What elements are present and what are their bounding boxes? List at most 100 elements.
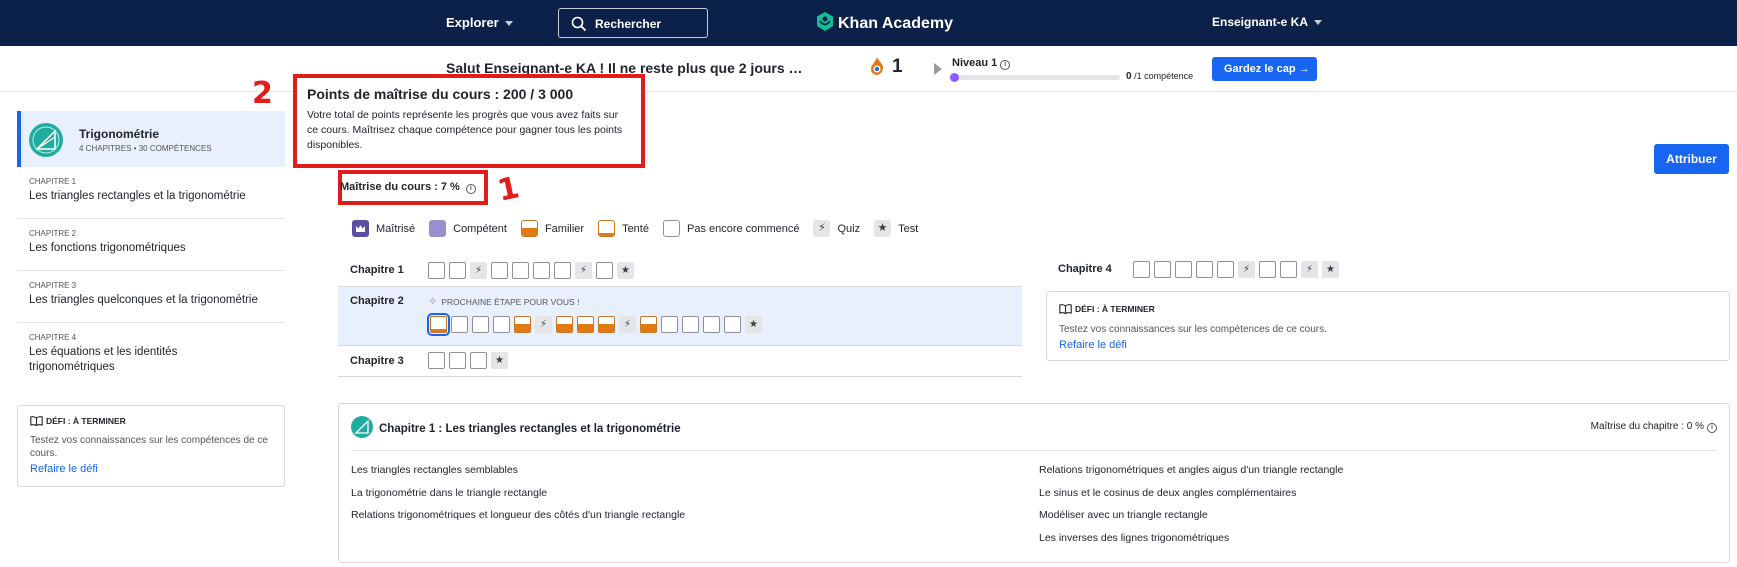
not-started-box[interactable]	[491, 262, 508, 279]
keep-going-button[interactable]: Gardez le cap →	[1212, 57, 1317, 81]
khan-academy-logo[interactable]: Khan Academy	[816, 12, 953, 33]
quiz-box[interactable]: ⚡	[575, 262, 592, 279]
info-icon[interactable]: i	[1000, 60, 1011, 70]
not-started-box[interactable]	[724, 316, 741, 333]
competence-done: 0	[1126, 71, 1132, 82]
not-started-box[interactable]	[428, 262, 445, 279]
quiz-box[interactable]: ⚡	[1301, 261, 1318, 278]
legend-mastered: Maîtrisé	[352, 220, 415, 237]
not-started-box[interactable]	[1154, 261, 1171, 278]
not-started-box[interactable]	[451, 316, 468, 333]
not-started-box[interactable]	[1175, 261, 1192, 278]
info-icon[interactable]: i	[465, 184, 476, 194]
skill-link[interactable]: Relations trigonométriques et angles aig…	[1039, 464, 1343, 476]
logo-text: Khan Academy	[838, 15, 953, 32]
annotation-two: 2	[252, 76, 273, 111]
skill-link[interactable]: Les inverses des lignes trigonométriques	[1039, 532, 1229, 544]
unit-test-box[interactable]: ★	[491, 352, 508, 369]
unit-test-box[interactable]: ★	[1322, 261, 1339, 278]
challenge-heading-text: DÉFI : À TERMINER	[46, 416, 126, 426]
not-started-box[interactable]	[554, 262, 571, 279]
chapter-row-3: Chapitre 3 ★	[338, 346, 1022, 377]
unit-test-box[interactable]: ★	[617, 262, 634, 279]
flame-icon	[871, 57, 884, 75]
sidebar-unit-4[interactable]: CHAPITRE 4 Les équations et les identité…	[17, 323, 285, 393]
sidebar-unit-2[interactable]: CHAPITRE 2 Les fonctions trigonométrique…	[17, 219, 285, 271]
next-step-label: ✧ PROCHAINE ÉTAPE POUR VOUS !	[428, 295, 579, 308]
legend-label: Pas encore commencé	[686, 222, 800, 235]
familiar-box[interactable]	[640, 316, 657, 333]
arrow-right-icon: →	[1298, 63, 1310, 75]
course-meta: 4 CHAPITRES • 30 COMPÉTENCES	[79, 144, 212, 153]
course-title: Trigonométrie	[79, 127, 160, 141]
course-header[interactable]: Trigonométrie 4 CHAPITRES • 30 COMPÉTENC…	[17, 111, 285, 167]
search-input[interactable]: Rechercher	[558, 8, 708, 38]
not-started-box[interactable]	[682, 316, 699, 333]
mastery-points-tooltip: Points de maîtrise du cours : 200 / 3 00…	[293, 74, 645, 168]
explore-menu[interactable]: Explorer	[446, 15, 513, 30]
not-started-box[interactable]	[703, 316, 720, 333]
not-started-box[interactable]	[472, 316, 489, 333]
user-menu[interactable]: Enseignant-e KA	[1212, 15, 1323, 29]
level-progress-dot	[950, 73, 959, 82]
skill-link[interactable]: La trigonométrie dans le triangle rectan…	[351, 487, 547, 499]
unit-name: Les équations et les identités trigonomé…	[29, 346, 178, 373]
streak-value: 1	[892, 56, 903, 77]
legend-label: Tenté	[622, 222, 649, 235]
streak-counter[interactable]: 1	[870, 56, 903, 78]
not-started-box[interactable]	[449, 262, 466, 279]
unit-label: CHAPITRE 4	[29, 333, 77, 342]
retake-challenge-link[interactable]: Refaire le défi	[1059, 339, 1717, 351]
chapter-name: Chapitre 4	[1058, 263, 1112, 275]
chapter-detail-title[interactable]: Chapitre 1 : Les triangles rectangles et…	[351, 416, 681, 438]
not-started-box[interactable]	[1133, 261, 1150, 278]
skill-link[interactable]: Modéliser avec un triangle rectangle	[1039, 509, 1208, 521]
legend-label: Compétent	[453, 222, 507, 235]
unit-name: Les triangles rectangles et la trigonomé…	[29, 190, 246, 202]
chapter-name: Chapitre 2	[350, 295, 404, 307]
legend-label: Familier	[544, 222, 585, 235]
legend-attempted: Tenté	[598, 220, 649, 237]
not-started-box[interactable]	[428, 352, 445, 369]
course-mastery[interactable]: Maîtrise du cours : 7 % i	[340, 181, 476, 194]
familiar-box[interactable]	[577, 316, 594, 333]
retake-challenge-link[interactable]: Refaire le défi	[30, 463, 272, 475]
chapter-name: Chapitre 3	[350, 355, 404, 367]
unit-test-box[interactable]: ★	[745, 316, 762, 333]
not-started-box[interactable]	[1196, 261, 1213, 278]
not-started-box[interactable]	[661, 316, 678, 333]
khan-logo-icon	[817, 12, 833, 31]
quiz-box[interactable]: ⚡	[470, 262, 487, 279]
chapter-mastery: Maîtrise du chapitre : 0 % i	[1591, 421, 1717, 433]
not-started-box[interactable]	[596, 262, 613, 279]
sidebar-unit-3[interactable]: CHAPITRE 3 Les triangles quelconques et …	[17, 271, 285, 323]
quiz-box[interactable]: ⚡	[1238, 261, 1255, 278]
quiz-box[interactable]: ⚡	[535, 316, 552, 333]
not-started-box[interactable]	[533, 262, 550, 279]
familiar-box[interactable]	[514, 316, 531, 333]
assign-button[interactable]: Attribuer	[1654, 144, 1729, 174]
not-started-box[interactable]	[1217, 261, 1234, 278]
not-started-box[interactable]	[512, 262, 529, 279]
sidebar-unit-1[interactable]: CHAPITRE 1 Les triangles rectangles et l…	[17, 167, 285, 219]
not-started-swatch	[662, 220, 680, 237]
not-started-box[interactable]	[493, 316, 510, 333]
trigonometry-unit-icon	[351, 416, 373, 438]
quiz-box[interactable]: ⚡	[619, 316, 636, 333]
attempted-box[interactable]	[427, 313, 450, 336]
skill-link[interactable]: Le sinus et le cosinus de deux angles co…	[1039, 487, 1296, 499]
challenge-text: Testez vos connaissances sur les compéte…	[30, 435, 268, 459]
legend-label: Test	[898, 222, 919, 235]
not-started-box[interactable]	[1280, 261, 1297, 278]
familiar-box[interactable]	[598, 316, 615, 333]
not-started-box[interactable]	[470, 352, 487, 369]
challenge-heading: DÉFI : À TERMINER	[30, 416, 272, 427]
skill-link[interactable]: Relations trigonométriques et longueur d…	[351, 509, 685, 521]
familiar-box[interactable]	[556, 316, 573, 333]
info-icon[interactable]: i	[1707, 423, 1717, 433]
not-started-box[interactable]	[1259, 261, 1276, 278]
skill-link[interactable]: Les triangles rectangles semblables	[351, 464, 518, 476]
not-started-box[interactable]	[449, 352, 466, 369]
chevron-down-icon	[504, 21, 513, 27]
next-step-text: PROCHAINE ÉTAPE POUR VOUS !	[441, 297, 580, 307]
